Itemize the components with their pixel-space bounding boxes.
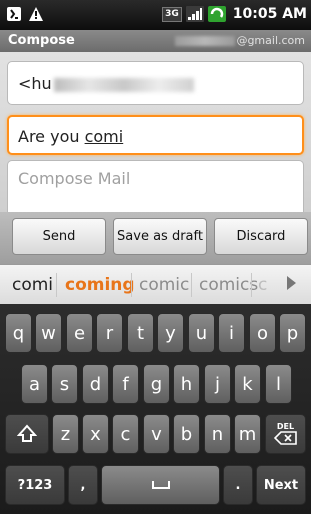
- page-title: Compose: [8, 33, 75, 48]
- key-w[interactable]: w: [35, 313, 62, 353]
- symbols-key[interactable]: ?123: [5, 465, 65, 505]
- subject-prefix: Are you: [18, 127, 85, 146]
- key-g[interactable]: g: [143, 364, 170, 404]
- key-b[interactable]: b: [173, 414, 200, 454]
- subject-value: Are you comi: [18, 127, 123, 146]
- key-o[interactable]: o: [249, 313, 276, 353]
- battery-charging-icon: [207, 6, 226, 22]
- comma-key[interactable]: ,: [68, 465, 98, 505]
- arrow-right-icon[interactable]: [287, 276, 296, 290]
- next-key[interactable]: Next: [256, 465, 306, 505]
- key-c[interactable]: c: [112, 414, 139, 454]
- 3g-network-icon: 3G: [162, 6, 182, 22]
- save-draft-button[interactable]: Save as draft: [113, 218, 207, 255]
- shift-key[interactable]: [5, 414, 49, 454]
- key-q[interactable]: q: [5, 313, 32, 353]
- clock: 10:05 AM: [232, 6, 307, 22]
- soft-keyboard: q w e r t y u i o p a s d f g h j k l z …: [0, 304, 311, 514]
- composing-word: comi: [84, 127, 124, 146]
- warning-icon: [29, 7, 43, 21]
- key-z[interactable]: z: [52, 414, 79, 454]
- send-button[interactable]: Send: [12, 218, 106, 255]
- body-field[interactable]: Compose Mail: [7, 160, 304, 212]
- body-placeholder: Compose Mail: [18, 169, 131, 188]
- suggestion-divider: [131, 273, 132, 297]
- account-domain: @gmail.com: [236, 34, 305, 47]
- suggestion-item-highlighted[interactable]: coming: [65, 275, 135, 295]
- key-r[interactable]: r: [96, 313, 123, 353]
- key-h[interactable]: h: [173, 364, 200, 404]
- key-y[interactable]: y: [157, 313, 184, 353]
- period-key[interactable]: .: [223, 465, 253, 505]
- key-u[interactable]: u: [188, 313, 215, 353]
- key-x[interactable]: x: [82, 414, 109, 454]
- discard-button[interactable]: Discard: [214, 218, 308, 255]
- redacted-email-user: [175, 36, 236, 46]
- suggestion-divider: [56, 273, 57, 297]
- redacted-recipient: [53, 77, 194, 92]
- suggestion-divider: [251, 273, 252, 297]
- to-field[interactable]: <hu: [7, 61, 304, 105]
- space-icon: [151, 481, 170, 489]
- suggestion-item[interactable]: comics: [199, 275, 258, 295]
- delete-key[interactable]: DEL: [265, 414, 306, 454]
- space-key[interactable]: [101, 465, 220, 505]
- key-v[interactable]: v: [143, 414, 170, 454]
- status-bar: 3G 10:05 AM: [0, 0, 311, 30]
- to-value: <hu: [18, 74, 194, 93]
- key-e[interactable]: e: [66, 313, 93, 353]
- key-a[interactable]: a: [21, 364, 48, 404]
- action-button-bar: Send Save as draft Discard: [0, 212, 311, 264]
- key-f[interactable]: f: [112, 364, 139, 404]
- usb-debug-icon: [7, 7, 21, 21]
- key-d[interactable]: d: [82, 364, 109, 404]
- key-m[interactable]: m: [234, 414, 261, 454]
- compose-form: <hu Are you comi Compose Mail: [0, 52, 311, 212]
- shift-icon: [17, 424, 37, 442]
- suggestion-item[interactable]: comi: [12, 275, 53, 295]
- backspace-icon: [273, 431, 297, 445]
- title-bar: Compose @gmail.com: [0, 30, 311, 52]
- key-i[interactable]: i: [218, 313, 245, 353]
- status-left: [6, 6, 44, 22]
- suggestion-item[interactable]: c: [258, 275, 267, 295]
- key-l[interactable]: l: [265, 364, 292, 404]
- delete-key-content: DEL: [273, 422, 298, 445]
- to-prefix: <hu: [18, 74, 52, 93]
- delete-label: DEL: [276, 422, 295, 431]
- subject-field[interactable]: Are you comi: [7, 115, 304, 155]
- suggestion-item[interactable]: comic: [139, 275, 189, 295]
- key-s[interactable]: s: [51, 364, 78, 404]
- key-p[interactable]: p: [279, 313, 306, 353]
- suggestion-divider: [191, 273, 192, 297]
- signal-icon: [185, 6, 204, 22]
- suggestion-strip: comi coming comic comics c: [0, 264, 311, 304]
- account-email: @gmail.com: [175, 34, 305, 47]
- key-n[interactable]: n: [204, 414, 231, 454]
- key-j[interactable]: j: [204, 364, 231, 404]
- status-right: 3G 10:05 AM: [162, 6, 307, 22]
- key-k[interactable]: k: [234, 364, 261, 404]
- key-t[interactable]: t: [127, 313, 154, 353]
